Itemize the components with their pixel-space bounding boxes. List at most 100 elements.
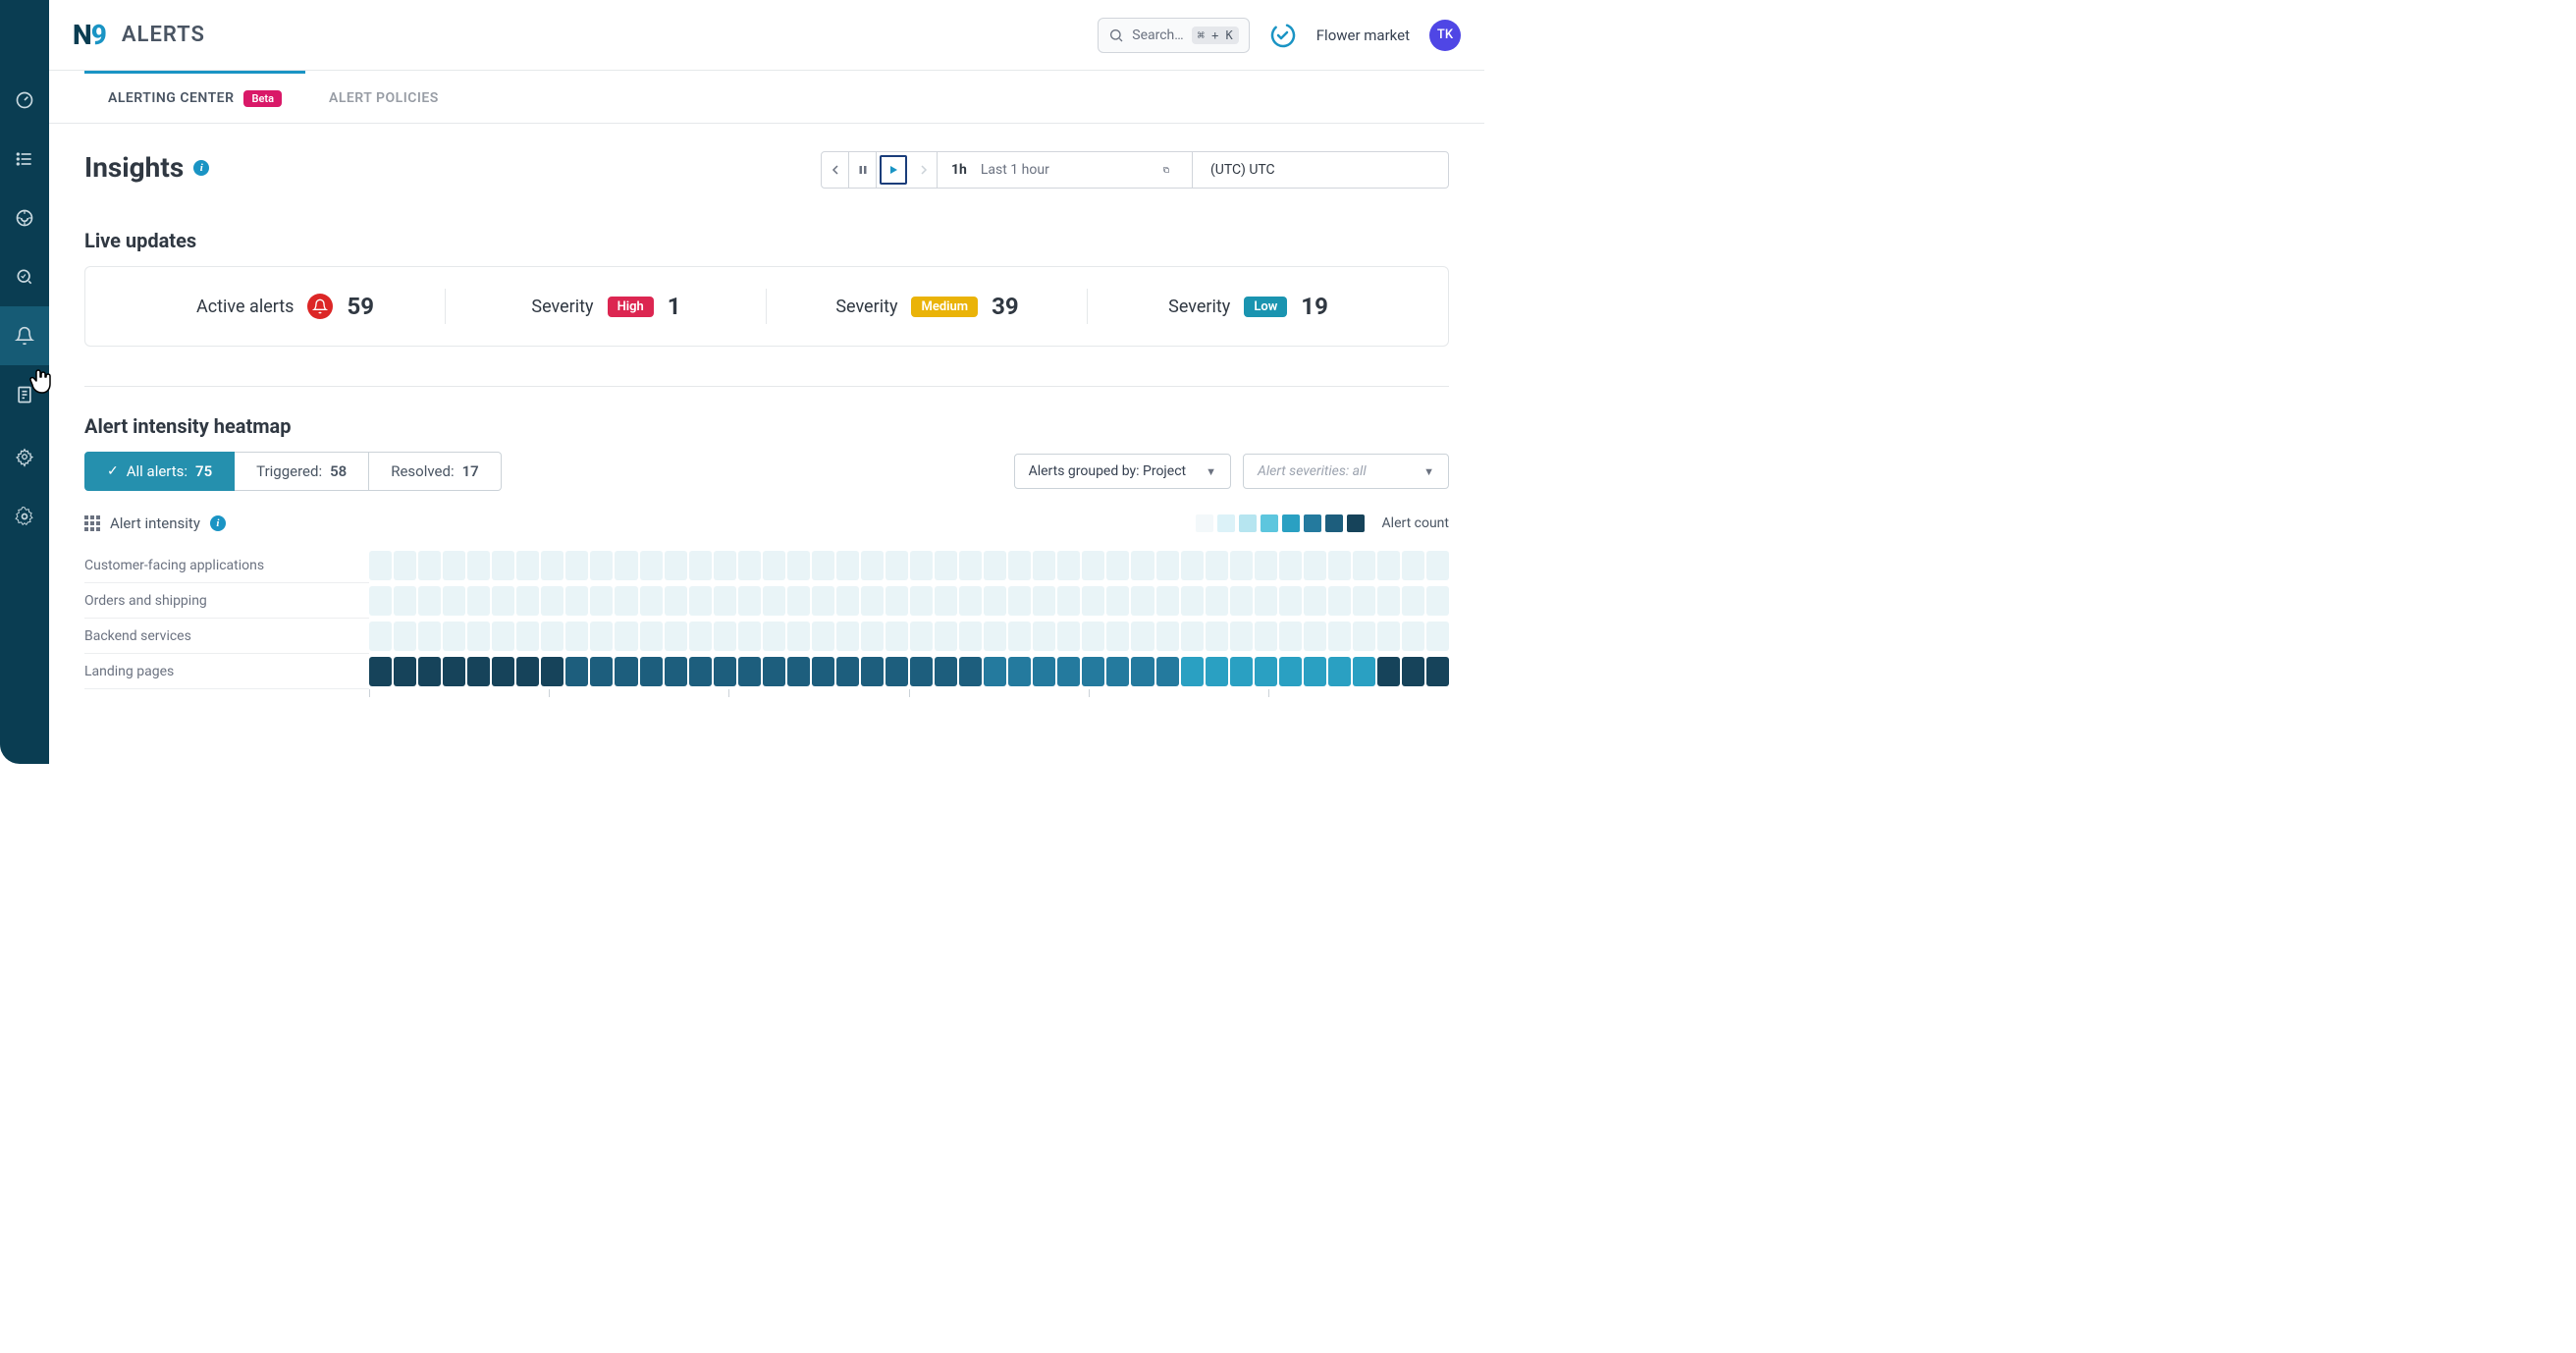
heatmap-cell[interactable]	[738, 586, 761, 616]
info-icon[interactable]: i	[210, 515, 226, 531]
heatmap-cell[interactable]	[1156, 586, 1179, 616]
heatmap-cell[interactable]	[394, 586, 416, 616]
time-next-button[interactable]	[910, 152, 938, 188]
heatmap-cell[interactable]	[541, 586, 564, 616]
heatmap-cell[interactable]	[443, 551, 465, 580]
heatmap-cell[interactable]	[640, 551, 663, 580]
heatmap-cell[interactable]	[935, 622, 957, 651]
group-by-dropdown[interactable]: Alerts grouped by: Project ▼	[1014, 454, 1231, 489]
heatmap-cell[interactable]	[467, 622, 490, 651]
tab-alerting-center[interactable]: ALERTING CENTER Beta	[84, 71, 305, 123]
heatmap-cell[interactable]	[1353, 551, 1375, 580]
heatmap-cell[interactable]	[1033, 551, 1055, 580]
heatmap-cell[interactable]	[1131, 586, 1154, 616]
heatmap-cell[interactable]	[1230, 622, 1253, 651]
heatmap-cell[interactable]	[1279, 622, 1302, 651]
heatmap-cell[interactable]	[615, 657, 637, 686]
heatmap-cell[interactable]	[1255, 657, 1277, 686]
heatmap-cell[interactable]	[492, 551, 514, 580]
heatmap-cell[interactable]	[763, 657, 785, 686]
heatmap-cell[interactable]	[640, 657, 663, 686]
heatmap-cell[interactable]	[492, 622, 514, 651]
heatmap-cell[interactable]	[1353, 657, 1375, 686]
heatmap-cell[interactable]	[959, 551, 982, 580]
heatmap-cell[interactable]	[665, 551, 687, 580]
heatmap-cell[interactable]	[787, 551, 810, 580]
heatmap-cell[interactable]	[1206, 586, 1228, 616]
heatmap-cell[interactable]	[1426, 657, 1449, 686]
heatmap-cell[interactable]	[1057, 622, 1080, 651]
nav-target[interactable]	[0, 189, 49, 247]
heatmap-cell[interactable]	[1082, 622, 1104, 651]
heatmap-cell[interactable]	[984, 551, 1006, 580]
heatmap-cell[interactable]	[1279, 586, 1302, 616]
heatmap-cell[interactable]	[541, 551, 564, 580]
org-name[interactable]: Flower market	[1316, 27, 1410, 44]
heatmap-cell[interactable]	[369, 586, 392, 616]
heatmap-cell[interactable]	[1082, 657, 1104, 686]
heatmap-cell[interactable]	[1328, 657, 1351, 686]
heatmap-cell[interactable]	[1033, 586, 1055, 616]
heatmap-cell[interactable]	[984, 586, 1006, 616]
heatmap-cell[interactable]	[689, 622, 712, 651]
heatmap-cell[interactable]	[714, 622, 736, 651]
heatmap-cell[interactable]	[1279, 657, 1302, 686]
heatmap-cell[interactable]	[1255, 551, 1277, 580]
heatmap-cell[interactable]	[1156, 657, 1179, 686]
heatmap-cell[interactable]	[886, 657, 908, 686]
heatmap-cell[interactable]	[1106, 586, 1129, 616]
heatmap-cell[interactable]	[492, 657, 514, 686]
heatmap-cell[interactable]	[369, 622, 392, 651]
heatmap-cell[interactable]	[935, 551, 957, 580]
heatmap-cell[interactable]	[565, 586, 588, 616]
search-input[interactable]: Search… ⌘ + K	[1098, 18, 1250, 53]
heatmap-cell[interactable]	[836, 551, 859, 580]
heatmap-cell[interactable]	[1328, 551, 1351, 580]
heatmap-cell[interactable]	[1131, 657, 1154, 686]
heatmap-cell[interactable]	[1230, 657, 1253, 686]
heatmap-cell[interactable]	[1106, 622, 1129, 651]
heatmap-cell[interactable]	[861, 551, 884, 580]
heatmap-cell[interactable]	[516, 551, 539, 580]
heatmap-cell[interactable]	[418, 586, 441, 616]
heatmap-cell[interactable]	[1402, 622, 1424, 651]
heatmap-cell[interactable]	[369, 551, 392, 580]
heatmap-cell[interactable]	[516, 586, 539, 616]
heatmap-cell[interactable]	[738, 622, 761, 651]
heatmap-cell[interactable]	[763, 551, 785, 580]
heatmap-cell[interactable]	[836, 586, 859, 616]
heatmap-cell[interactable]	[665, 657, 687, 686]
heatmap-cell[interactable]	[1377, 622, 1400, 651]
heatmap-cell[interactable]	[1008, 551, 1031, 580]
nav-dashboard[interactable]	[0, 71, 49, 130]
heatmap-cell[interactable]	[565, 657, 588, 686]
heatmap-cell[interactable]	[467, 586, 490, 616]
time-pause-button[interactable]	[849, 152, 877, 188]
heatmap-cell[interactable]	[984, 657, 1006, 686]
heatmap-cell[interactable]	[1377, 551, 1400, 580]
heatmap-cell[interactable]	[886, 622, 908, 651]
severities-dropdown[interactable]: Alert severities: all ▼	[1243, 454, 1449, 489]
heatmap-cell[interactable]	[1255, 622, 1277, 651]
heatmap-cell[interactable]	[1106, 657, 1129, 686]
heatmap-cell[interactable]	[910, 622, 933, 651]
heatmap-cell[interactable]	[1377, 657, 1400, 686]
heatmap-cell[interactable]	[492, 586, 514, 616]
heatmap-cell[interactable]	[886, 586, 908, 616]
heatmap-cell[interactable]	[590, 657, 613, 686]
heatmap-cell[interactable]	[418, 622, 441, 651]
heatmap-cell[interactable]	[541, 622, 564, 651]
heatmap-cell[interactable]	[959, 622, 982, 651]
heatmap-cell[interactable]	[836, 622, 859, 651]
nav-reports[interactable]	[0, 365, 49, 424]
heatmap-cell[interactable]	[665, 586, 687, 616]
heatmap-cell[interactable]	[615, 622, 637, 651]
heatmap-cell[interactable]	[1255, 586, 1277, 616]
heatmap-cell[interactable]	[516, 622, 539, 651]
heatmap-cell[interactable]	[1106, 551, 1129, 580]
heatmap-cell[interactable]	[812, 551, 834, 580]
heatmap-cell[interactable]	[590, 622, 613, 651]
toggle-all-alerts[interactable]: ✓ All alerts: 75	[84, 452, 235, 491]
nav-alerts[interactable]	[0, 306, 49, 365]
heatmap-cell[interactable]	[1181, 622, 1204, 651]
